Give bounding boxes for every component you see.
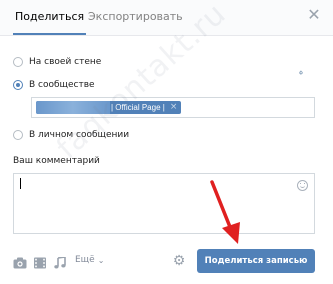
attachment-bar: Ещё ⌄ (13, 253, 105, 269)
remove-group-icon[interactable]: × (170, 101, 178, 114)
radio-community[interactable] (13, 80, 23, 90)
more-attachments-button[interactable]: Ещё (75, 255, 95, 265)
share-dialog: Поделиться Экспортировать ✕ На своей сте… (0, 0, 333, 284)
share-post-button[interactable]: Поделиться записью (197, 249, 315, 273)
community-logo: ф (299, 70, 303, 75)
comment-label: Ваш комментарий (13, 156, 100, 166)
chevron-down-icon[interactable]: ⌄ (98, 256, 105, 265)
close-icon[interactable]: ✕ (307, 7, 321, 23)
text-caret (20, 178, 21, 189)
music-icon[interactable] (53, 254, 67, 269)
comment-input[interactable] (13, 173, 315, 234)
option-own-wall[interactable]: На своей стене (13, 55, 101, 69)
radio-own-wall[interactable] (13, 57, 23, 67)
emoji-icon[interactable] (297, 180, 308, 191)
option-community-label: В сообществе (29, 80, 95, 90)
video-icon[interactable] (33, 254, 47, 269)
gear-icon[interactable]: ⚙ (172, 254, 186, 268)
radio-private-message[interactable] (13, 130, 23, 140)
option-own-wall-label: На своей стене (29, 57, 102, 67)
tab-bar: Поделиться Экспортировать ✕ (0, 0, 333, 36)
tab-export[interactable]: Экспортировать (86, 0, 185, 35)
camera-icon[interactable] (13, 254, 27, 269)
tab-share[interactable]: Поделиться (13, 0, 87, 35)
community-select-field[interactable]: | Official Page | × (31, 97, 315, 118)
option-community[interactable]: В сообществе (13, 78, 95, 92)
